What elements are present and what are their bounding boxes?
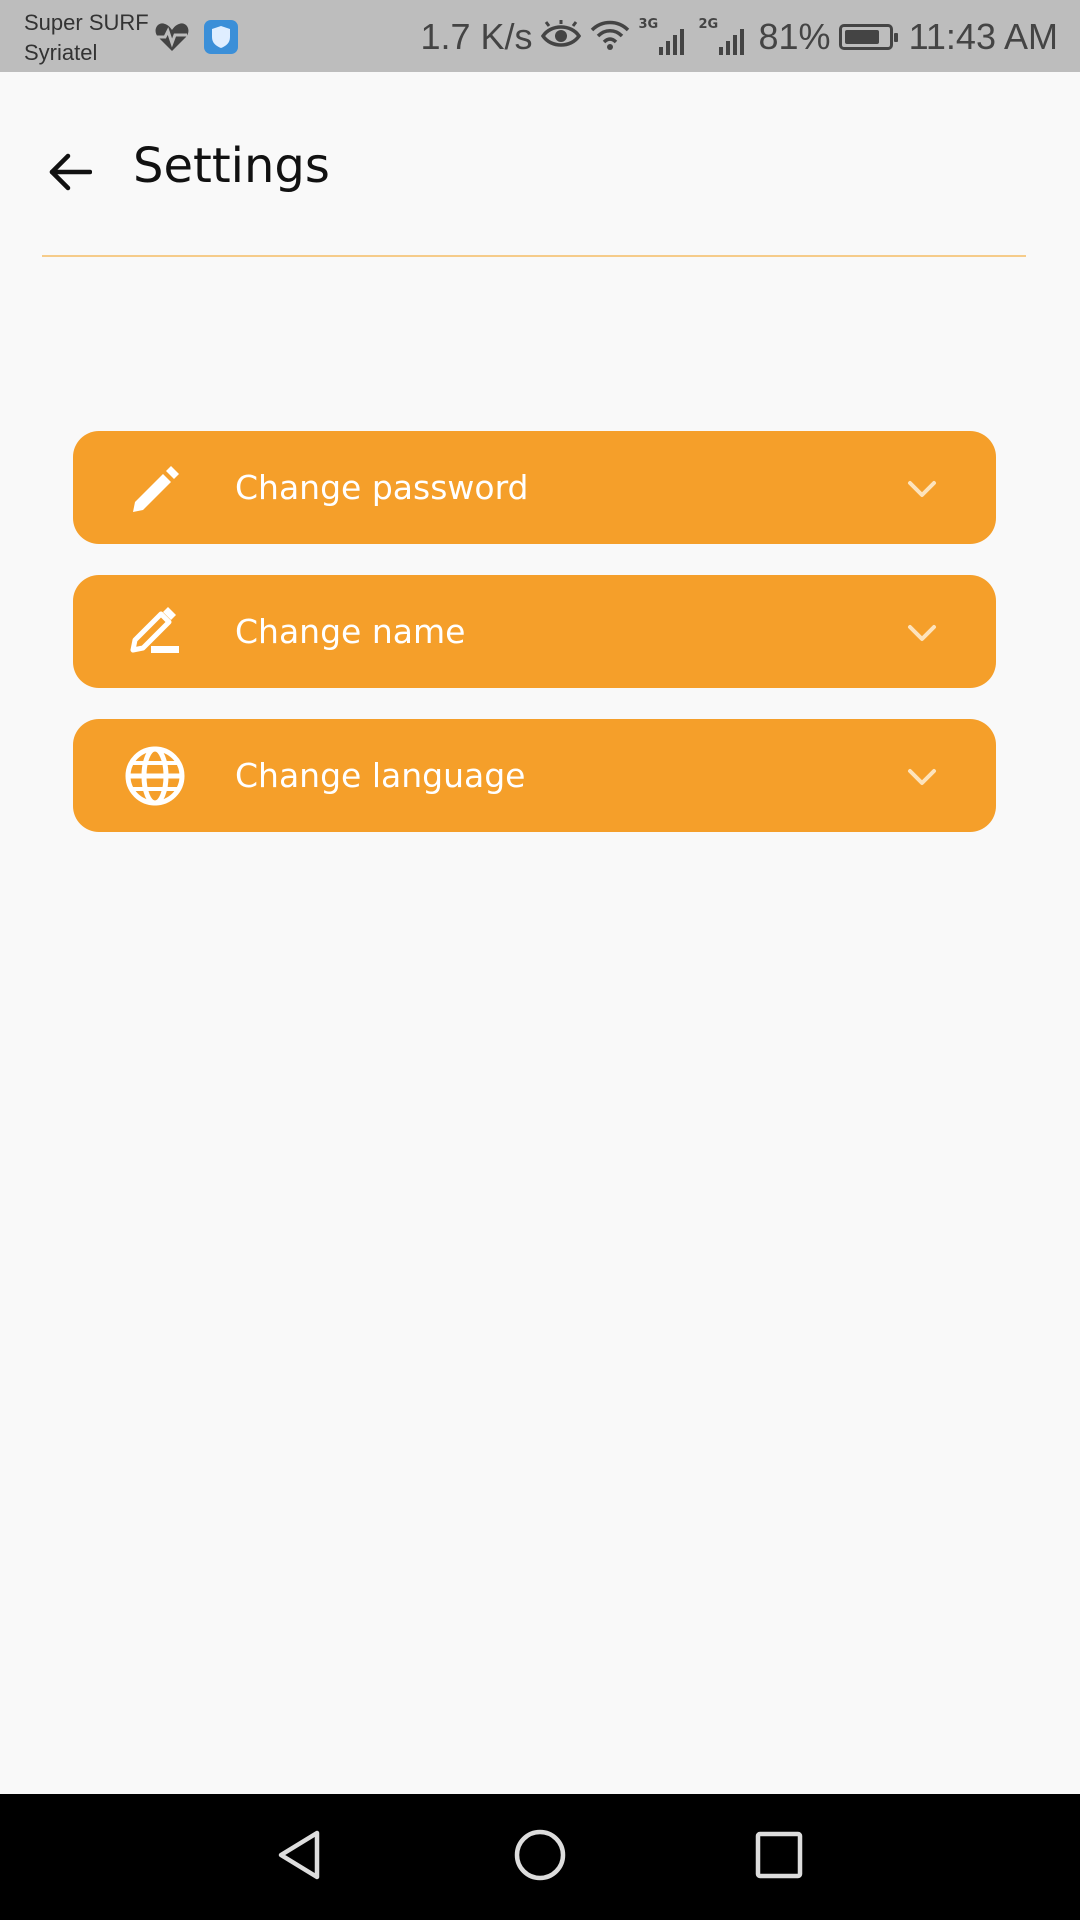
- nav-home-button[interactable]: [507, 1824, 573, 1890]
- recents-square-icon: [754, 1830, 804, 1884]
- arrow-left-icon: [48, 152, 93, 196]
- signal-icon: 2G: [699, 17, 751, 57]
- edit-underline-icon: [123, 600, 187, 664]
- change-password-item[interactable]: Change password: [73, 431, 996, 544]
- back-button[interactable]: [38, 142, 102, 206]
- carrier-info: Super SURF Syriatel: [24, 8, 149, 68]
- battery-percent: 81%: [758, 16, 831, 57]
- carrier-line1: Super SURF: [24, 10, 149, 35]
- wifi-icon: [589, 18, 631, 56]
- network-speed: 1.7 K/s: [420, 16, 533, 57]
- back-triangle-icon: [273, 1827, 325, 1887]
- status-bar: Super SURF Syriatel 1.7 K/s 3G 2G 81% 11…: [0, 0, 1080, 72]
- globe-icon: [123, 744, 187, 808]
- app-bar: Settings: [0, 72, 1080, 258]
- clock: 11:43 AM: [908, 16, 1058, 57]
- menu-item-label: Change name: [235, 612, 466, 651]
- chevron-down-icon: [904, 615, 940, 651]
- home-circle-icon: [512, 1827, 568, 1887]
- nav-recents-button[interactable]: [746, 1824, 812, 1890]
- menu-item-label: Change language: [235, 756, 526, 795]
- signal-icon: 3G: [639, 17, 691, 57]
- heart-pulse-icon: [154, 21, 190, 57]
- chevron-down-icon: [904, 471, 940, 507]
- change-language-item[interactable]: Change language: [73, 719, 996, 832]
- header-divider: [42, 255, 1026, 257]
- nav-back-button[interactable]: [266, 1824, 332, 1890]
- page-title: Settings: [133, 138, 330, 194]
- chevron-down-icon: [904, 759, 940, 795]
- menu-item-label: Change password: [235, 468, 529, 507]
- navigation-bar: [0, 1794, 1080, 1920]
- change-name-item[interactable]: Change name: [73, 575, 996, 688]
- shield-app-icon: [204, 20, 238, 58]
- settings-menu: Change password Change name Change langu…: [73, 431, 996, 863]
- carrier-line2: Syriatel: [24, 40, 98, 65]
- pencil-icon: [123, 456, 187, 520]
- battery-icon: [838, 24, 898, 50]
- battery-level: [844, 30, 879, 44]
- eye-icon: [540, 20, 581, 54]
